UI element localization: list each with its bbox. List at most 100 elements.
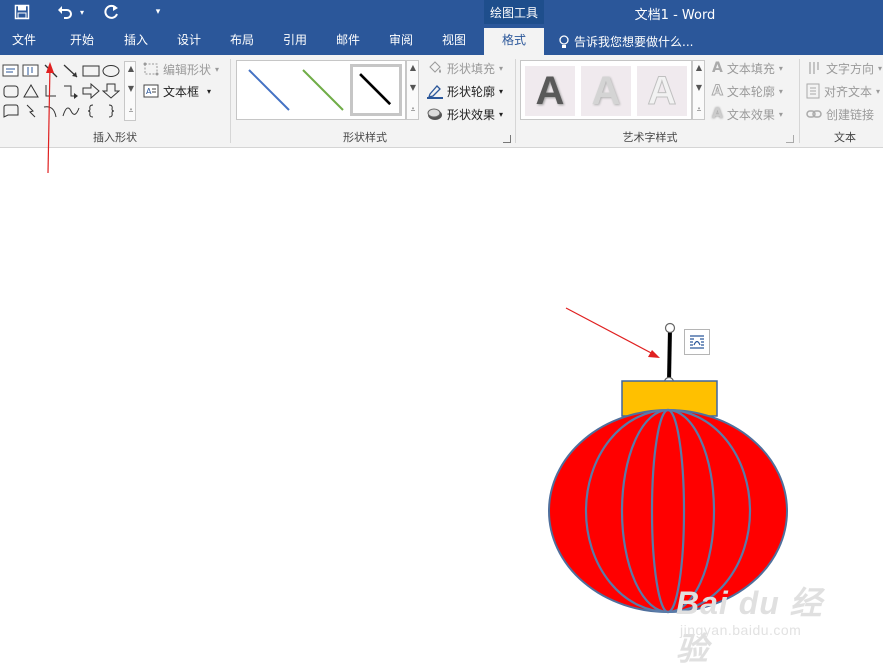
tab-view[interactable]: 视图 xyxy=(430,28,478,55)
gallery-more-icon[interactable]: ⩡ xyxy=(127,106,135,116)
line-start-handle[interactable] xyxy=(664,322,676,334)
shape-fill-button[interactable]: 形状填充 ▾ xyxy=(427,59,503,77)
shape-left-brace[interactable] xyxy=(82,103,100,119)
shape-fill-label: 形状填充 xyxy=(447,61,496,76)
edit-shape-label: 编辑形状 xyxy=(163,62,212,77)
tab-design[interactable]: 设计 xyxy=(165,28,213,55)
dropdown-arrow-icon: ▾ xyxy=(778,109,783,119)
tab-insert[interactable]: 插入 xyxy=(112,28,160,55)
wordart-style-dark[interactable]: A xyxy=(525,66,575,116)
dropdown-arrow-icon: ▾ xyxy=(215,64,220,74)
hanging-line-shape[interactable] xyxy=(667,327,672,383)
scroll-down-icon[interactable]: ▼ xyxy=(409,83,417,93)
group-separator xyxy=(799,59,800,143)
tab-format[interactable]: 格式 xyxy=(484,28,544,55)
shape-curve[interactable] xyxy=(62,103,80,119)
scroll-up-icon[interactable]: ▲ xyxy=(409,63,417,73)
save-icon[interactable] xyxy=(10,0,34,24)
gallery-more-icon[interactable]: ⩡ xyxy=(695,105,703,115)
tab-mailings[interactable]: 邮件 xyxy=(324,28,372,55)
shape-rounded-rectangle[interactable] xyxy=(2,83,20,99)
shape-rectangle[interactable] xyxy=(82,63,100,79)
shapes-gallery xyxy=(2,61,124,121)
shape-styles-scroll[interactable]: ▲ ▼ ⩡ xyxy=(406,60,419,120)
scroll-down-icon[interactable]: ▼ xyxy=(127,84,135,94)
shape-outline-button[interactable]: 形状轮廓 ▾ xyxy=(427,82,503,100)
dialog-launcher-icon[interactable] xyxy=(503,135,511,143)
shape-callout[interactable] xyxy=(2,103,20,119)
shape-right-arrow[interactable] xyxy=(82,83,100,99)
lantern-drawing[interactable] xyxy=(540,315,800,620)
align-text-label: 对齐文本 xyxy=(824,84,873,99)
shape-style-black-line[interactable] xyxy=(350,64,402,116)
gallery-more-icon[interactable]: ⩡ xyxy=(409,105,417,115)
redo-icon[interactable] xyxy=(101,0,123,24)
contextual-tab-group: 绘图工具 xyxy=(484,0,544,24)
wordart-style-outline[interactable]: A xyxy=(637,66,687,116)
layout-options-button[interactable] xyxy=(684,329,710,355)
wordart-style-light[interactable]: A xyxy=(581,66,631,116)
align-text-icon xyxy=(806,83,820,99)
shape-style-blue-line[interactable] xyxy=(243,64,295,116)
shape-lightning[interactable] xyxy=(22,103,40,119)
shape-right-brace[interactable] xyxy=(102,103,120,119)
shape-styles-gallery xyxy=(236,60,406,120)
shape-elbow-arrow[interactable] xyxy=(62,83,80,99)
text-effects-label: 文本效果 xyxy=(726,107,775,122)
shape-triangle[interactable] xyxy=(22,83,40,99)
shape-oval[interactable] xyxy=(102,63,120,79)
create-link-button[interactable]: 创建链接 xyxy=(806,105,874,123)
text-box-icon: A xyxy=(143,84,159,98)
text-fill-icon: A xyxy=(712,60,723,76)
shape-vertical-textbox[interactable] xyxy=(22,63,40,79)
dropdown-arrow-icon: ▾ xyxy=(878,63,883,73)
undo-dropdown-icon[interactable]: ▾ xyxy=(77,0,87,24)
edit-shape-button[interactable]: 编辑形状 ▾ xyxy=(143,60,219,78)
shape-arc[interactable] xyxy=(42,103,60,119)
shape-line[interactable] xyxy=(42,63,60,79)
tell-me-box[interactable]: 告诉我您想要做什么... xyxy=(558,28,693,55)
group-label-insert-shapes: 插入形状 xyxy=(93,131,137,144)
text-fill-label: 文本填充 xyxy=(726,61,775,76)
text-direction-label: 文字方向 xyxy=(826,61,875,76)
align-text-button[interactable]: 对齐文本 ▾ xyxy=(806,82,880,100)
group-separator xyxy=(515,59,516,143)
tab-layout[interactable]: 布局 xyxy=(218,28,266,55)
shape-arrow[interactable] xyxy=(62,63,80,79)
tab-home[interactable]: 开始 xyxy=(58,28,106,55)
undo-icon[interactable] xyxy=(54,0,76,24)
customize-qat-icon[interactable]: ▾ xyxy=(150,0,166,24)
dropdown-arrow-icon: ▾ xyxy=(499,63,504,73)
tell-me-text: 告诉我您想要做什么... xyxy=(574,34,694,49)
layout-options-icon xyxy=(690,335,704,349)
scroll-up-icon[interactable]: ▲ xyxy=(127,64,135,74)
shape-effects-icon xyxy=(427,108,442,120)
tab-references[interactable]: 引用 xyxy=(271,28,319,55)
shape-style-green-line[interactable] xyxy=(297,64,349,116)
shapes-gallery-scroll[interactable]: ▲ ▼ ⩡ xyxy=(124,61,136,121)
text-effects-button[interactable]: A 文本效果 ▾ xyxy=(712,105,783,123)
shape-elbow-connector[interactable] xyxy=(42,83,60,99)
text-fill-button[interactable]: A 文本填充 ▾ xyxy=(712,59,783,77)
text-outline-label: 文本轮廓 xyxy=(726,84,775,99)
tab-file[interactable]: 文件 xyxy=(0,28,48,55)
edit-shape-icon xyxy=(143,62,159,76)
text-box-button[interactable]: A 文本框 ▾ xyxy=(143,82,211,100)
ribbon-tabs: 文件 开始 插入 设计 布局 引用 邮件 审阅 视图 格式 告诉我您想要做什么.… xyxy=(0,28,883,55)
text-box-label: 文本框 xyxy=(163,84,200,99)
scroll-down-icon[interactable]: ▼ xyxy=(695,83,703,93)
text-direction-button[interactable]: 文字方向 ▾ xyxy=(806,59,882,77)
dialog-launcher-icon[interactable] xyxy=(786,135,794,143)
tab-review[interactable]: 审阅 xyxy=(377,28,425,55)
text-outline-button[interactable]: A 文本轮廓 ▾ xyxy=(712,82,783,100)
lightbulb-icon xyxy=(559,34,569,48)
pen-outline-icon xyxy=(427,85,443,99)
wordart-styles-gallery: A A A xyxy=(520,60,692,120)
shape-effects-button[interactable]: 形状效果 ▾ xyxy=(427,105,503,123)
dropdown-arrow-icon: ▾ xyxy=(778,86,783,96)
shape-down-arrow[interactable] xyxy=(102,83,120,99)
watermark-brand: Bai du 经验 xyxy=(676,585,823,663)
scroll-up-icon[interactable]: ▲ xyxy=(695,63,703,73)
wordart-styles-scroll[interactable]: ▲ ▼ ⩡ xyxy=(692,60,705,120)
shape-textbox[interactable] xyxy=(2,63,20,79)
